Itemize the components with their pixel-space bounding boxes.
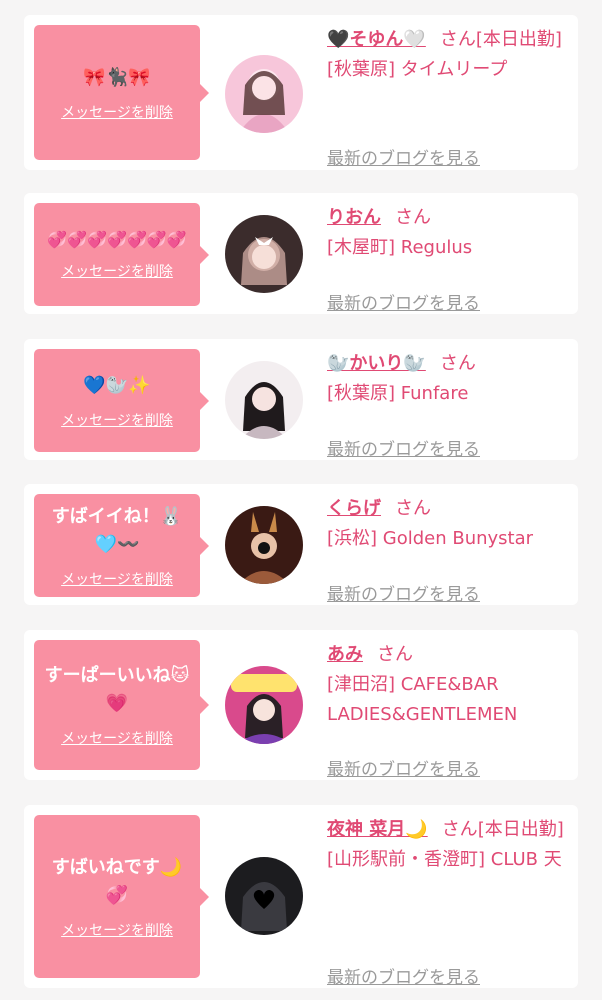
message-card: 💞💞💞💞💞💞💞 メッセージを削除 りおん さん [木屋町] Regulus 最新の… (24, 193, 578, 314)
avatar[interactable] (225, 55, 303, 133)
message-text: すばいねです🌙💞 (51, 856, 183, 906)
avatar[interactable] (225, 857, 303, 935)
message-bubble: 🎀🐈‍⬛🎀 メッセージを削除 (34, 25, 209, 160)
avatar[interactable] (225, 666, 303, 744)
cast-info: あみ さん [津田沼] CAFE&BAR LADIES&GENTLEMEN 最新の… (327, 640, 567, 780)
cast-info: 夜神 菜月🌙 さん[本日出勤] [山形駅前・香澄町] CLUB 天 最新のブログを… (327, 815, 567, 988)
message-text: 🎀🐈‍⬛🎀 (83, 66, 151, 88)
delete-message-link[interactable]: メッセージを削除 (61, 410, 173, 430)
cast-name-link[interactable]: りおん (327, 207, 381, 228)
shop-name: [浜松] Golden Bunystar (327, 528, 534, 549)
cast-name-link[interactable]: 🖤そゆん🤍 (327, 29, 426, 50)
message-bubble: すばいねです🌙💞 メッセージを削除 (34, 815, 209, 978)
cast-name-link[interactable]: あみ (327, 644, 363, 665)
avatar[interactable] (225, 506, 303, 584)
shop-name: [木屋町] Regulus (327, 237, 473, 258)
message-card: すばいねです🌙💞 メッセージを削除 夜神 菜月🌙 さん[本日出勤] [山形駅前・香… (24, 805, 578, 988)
cast-info: りおん さん [木屋町] Regulus 最新のブログを見る (327, 203, 567, 314)
honorific: さん (395, 207, 431, 228)
cast-name-link[interactable]: くらげ (327, 498, 381, 519)
status-badge: [本日出勤] (475, 29, 562, 50)
cast-info: 🖤そゆん🤍 さん[本日出勤] [秋葉原] タイムリープ 最新のブログを見る (327, 25, 567, 169)
cast-name-line: くらげ さん (327, 494, 567, 524)
avatar[interactable] (225, 361, 303, 439)
delete-message-link[interactable]: メッセージを削除 (61, 728, 173, 748)
message-card: すーぱーいいね🐱💗 メッセージを削除 あみ さん [津田沼] CAFE&BAR L… (24, 630, 578, 780)
latest-blog-link[interactable]: 最新のブログを見る (327, 289, 480, 314)
latest-blog-link[interactable]: 最新のブログを見る (327, 144, 480, 169)
status-badge: [本日出勤] (477, 819, 564, 840)
cast-name-link[interactable]: 🦭かいり🦭 (327, 353, 426, 374)
cast-info: 🦭かいり🦭 さん [秋葉原] Funfare 最新のブログを見る (327, 349, 567, 460)
delete-message-link[interactable]: メッセージを削除 (61, 569, 173, 589)
message-bubble: 💙🦭✨ メッセージを削除 (34, 349, 209, 452)
cast-name-line: りおん さん (327, 203, 567, 233)
message-bubble: すばイイね！🐰🩵〰️ メッセージを削除 (34, 494, 209, 597)
delete-message-link[interactable]: メッセージを削除 (61, 261, 173, 281)
cast-name-line: 🖤そゆん🤍 さん[本日出勤] (327, 25, 567, 55)
latest-blog-link[interactable]: 最新のブログを見る (327, 435, 480, 460)
message-text: すばイイね！🐰🩵〰️ (51, 505, 183, 555)
message-bubble: 💞💞💞💞💞💞💞 メッセージを削除 (34, 203, 209, 306)
message-card: 🎀🐈‍⬛🎀 メッセージを削除 🖤そゆん🤍 さん[本日出勤] [秋葉原] タイムリー… (24, 15, 578, 170)
message-text: 💞💞💞💞💞💞💞 (47, 229, 187, 249)
message-list: 🎀🐈‍⬛🎀 メッセージを削除 🖤そゆん🤍 さん[本日出勤] [秋葉原] タイムリー… (0, 0, 602, 1000)
cast-name-line: あみ さん (327, 640, 567, 670)
cast-name-line: 夜神 菜月🌙 さん[本日出勤] (327, 815, 567, 845)
shop-name: [津田沼] CAFE&BAR LADIES&GENTLEMEN (327, 674, 518, 725)
cast-name-link[interactable]: 夜神 菜月🌙 (327, 819, 428, 840)
honorific: さん (377, 644, 413, 665)
delete-message-link[interactable]: メッセージを削除 (61, 920, 173, 940)
message-bubble: すーぱーいいね🐱💗 メッセージを削除 (34, 640, 209, 770)
honorific: さん (441, 819, 478, 840)
latest-blog-link[interactable]: 最新のブログを見る (327, 580, 480, 605)
latest-blog-link[interactable]: 最新のブログを見る (327, 963, 480, 988)
delete-message-link[interactable]: メッセージを削除 (61, 102, 173, 122)
cast-name-line: 🦭かいり🦭 さん (327, 349, 567, 379)
honorific: さん (439, 29, 476, 50)
shop-name: [山形駅前・香澄町] CLUB 天 (327, 849, 562, 870)
latest-blog-link[interactable]: 最新のブログを見る (327, 755, 480, 780)
shop-name: [秋葉原] Funfare (327, 383, 469, 404)
honorific: さん (439, 353, 476, 374)
honorific: さん (395, 498, 431, 519)
shop-name: [秋葉原] タイムリープ (327, 59, 508, 80)
avatar[interactable] (225, 215, 303, 293)
message-card: 💙🦭✨ メッセージを削除 🦭かいり🦭 さん [秋葉原] Funfare 最新のブロ… (24, 339, 578, 460)
cast-info: くらげ さん [浜松] Golden Bunystar 最新のブログを見る (327, 494, 567, 605)
message-text: すーぱーいいね🐱💗 (44, 665, 190, 714)
message-card: すばイイね！🐰🩵〰️ メッセージを削除 くらげ さん [浜松] Golden Bu… (24, 484, 578, 605)
message-text: 💙🦭✨ (83, 374, 151, 396)
